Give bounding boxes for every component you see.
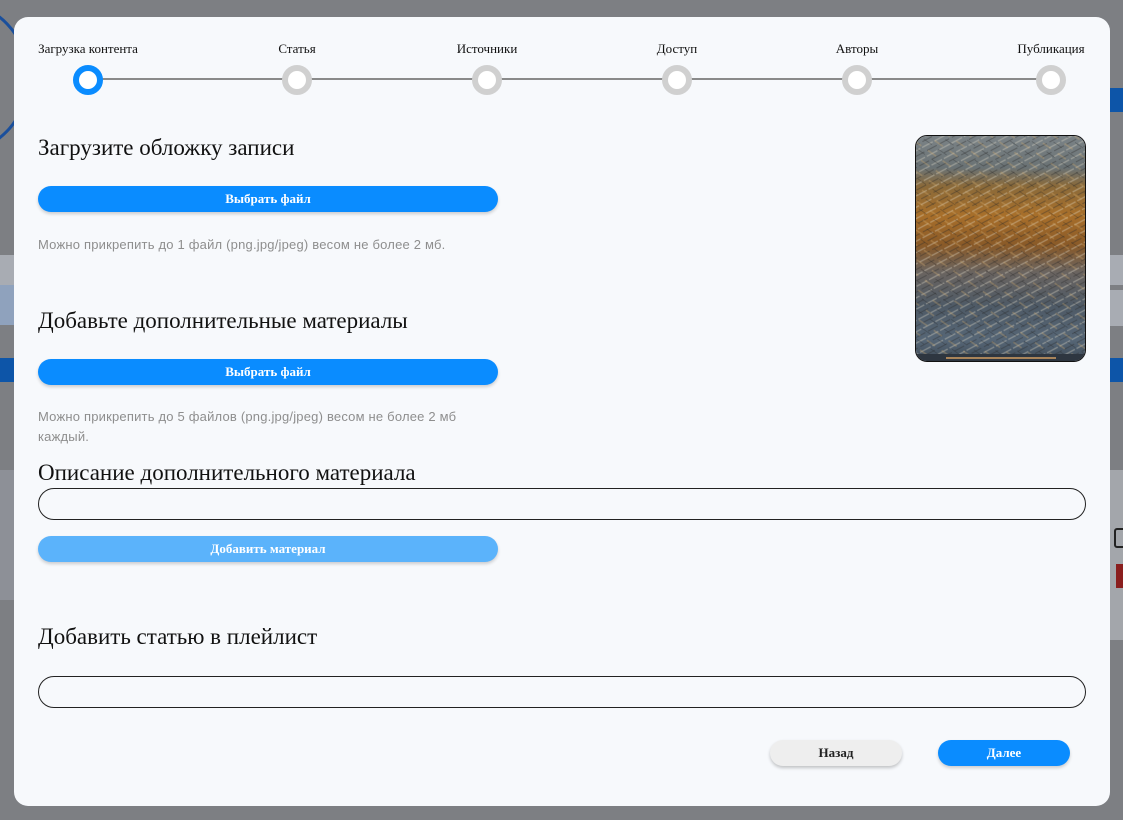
next-button[interactable]: Далее xyxy=(938,740,1070,766)
background-strip xyxy=(1110,470,1123,640)
step-connector xyxy=(311,78,487,80)
background-bar xyxy=(1110,88,1123,112)
cover-upload-hint: Можно прикрепить до 1 файл (png.jpg/jpeg… xyxy=(38,237,446,252)
background-checkbox xyxy=(1114,528,1123,548)
step-dot-authors[interactable] xyxy=(842,65,872,95)
background-bar xyxy=(1110,358,1123,382)
background-strip xyxy=(1110,255,1123,285)
step-connector xyxy=(501,78,677,80)
upload-content-modal: Загрузка контента Статья Источники Досту… xyxy=(14,17,1110,806)
materials-upload-hint: Можно прикрепить до 5 файлов (png.jpg/jp… xyxy=(38,409,457,444)
background-strip xyxy=(0,285,14,325)
step-connector xyxy=(871,78,1051,80)
description-section-title: Описание дополнительного материала xyxy=(38,460,416,485)
playlist-input[interactable] xyxy=(38,676,1086,708)
step-dot-sources[interactable] xyxy=(472,65,502,95)
step-dot-access[interactable] xyxy=(662,65,692,95)
step-label-article: Статья xyxy=(278,41,316,56)
progress-stepper: Загрузка контента Статья Источники Досту… xyxy=(14,17,1110,117)
step-label-upload: Загрузка контента xyxy=(38,41,138,56)
background-strip xyxy=(0,255,14,285)
back-button[interactable]: Назад xyxy=(770,740,902,766)
background-strip xyxy=(1110,290,1123,326)
cover-image-preview xyxy=(915,135,1086,362)
materials-section-title: Добавьте дополнительные материалы xyxy=(38,308,408,333)
background-mark xyxy=(1116,564,1123,588)
material-description-input[interactable] xyxy=(38,488,1086,520)
step-dot-publication[interactable] xyxy=(1036,65,1066,95)
step-connector xyxy=(102,78,296,80)
step-dot-upload[interactable] xyxy=(73,65,103,95)
step-label-sources: Источники xyxy=(456,41,518,56)
cover-section-title: Загрузите обложку записи xyxy=(38,135,295,160)
add-material-button[interactable]: Добавить материал xyxy=(38,536,498,562)
choose-materials-file-button[interactable]: Выбрать файл xyxy=(38,359,498,385)
background-strip xyxy=(0,470,14,600)
step-dot-article[interactable] xyxy=(282,65,312,95)
choose-cover-file-button[interactable]: Выбрать файл xyxy=(38,186,498,212)
step-label-authors: Авторы xyxy=(835,41,879,56)
background-bar xyxy=(0,358,14,382)
step-connector xyxy=(691,78,857,80)
playlist-section-title: Добавить статью в плейлист xyxy=(38,624,318,649)
step-label-publication: Публикация xyxy=(1017,41,1085,56)
cover-painting-image xyxy=(916,136,1085,361)
step-label-access: Доступ xyxy=(656,41,698,56)
